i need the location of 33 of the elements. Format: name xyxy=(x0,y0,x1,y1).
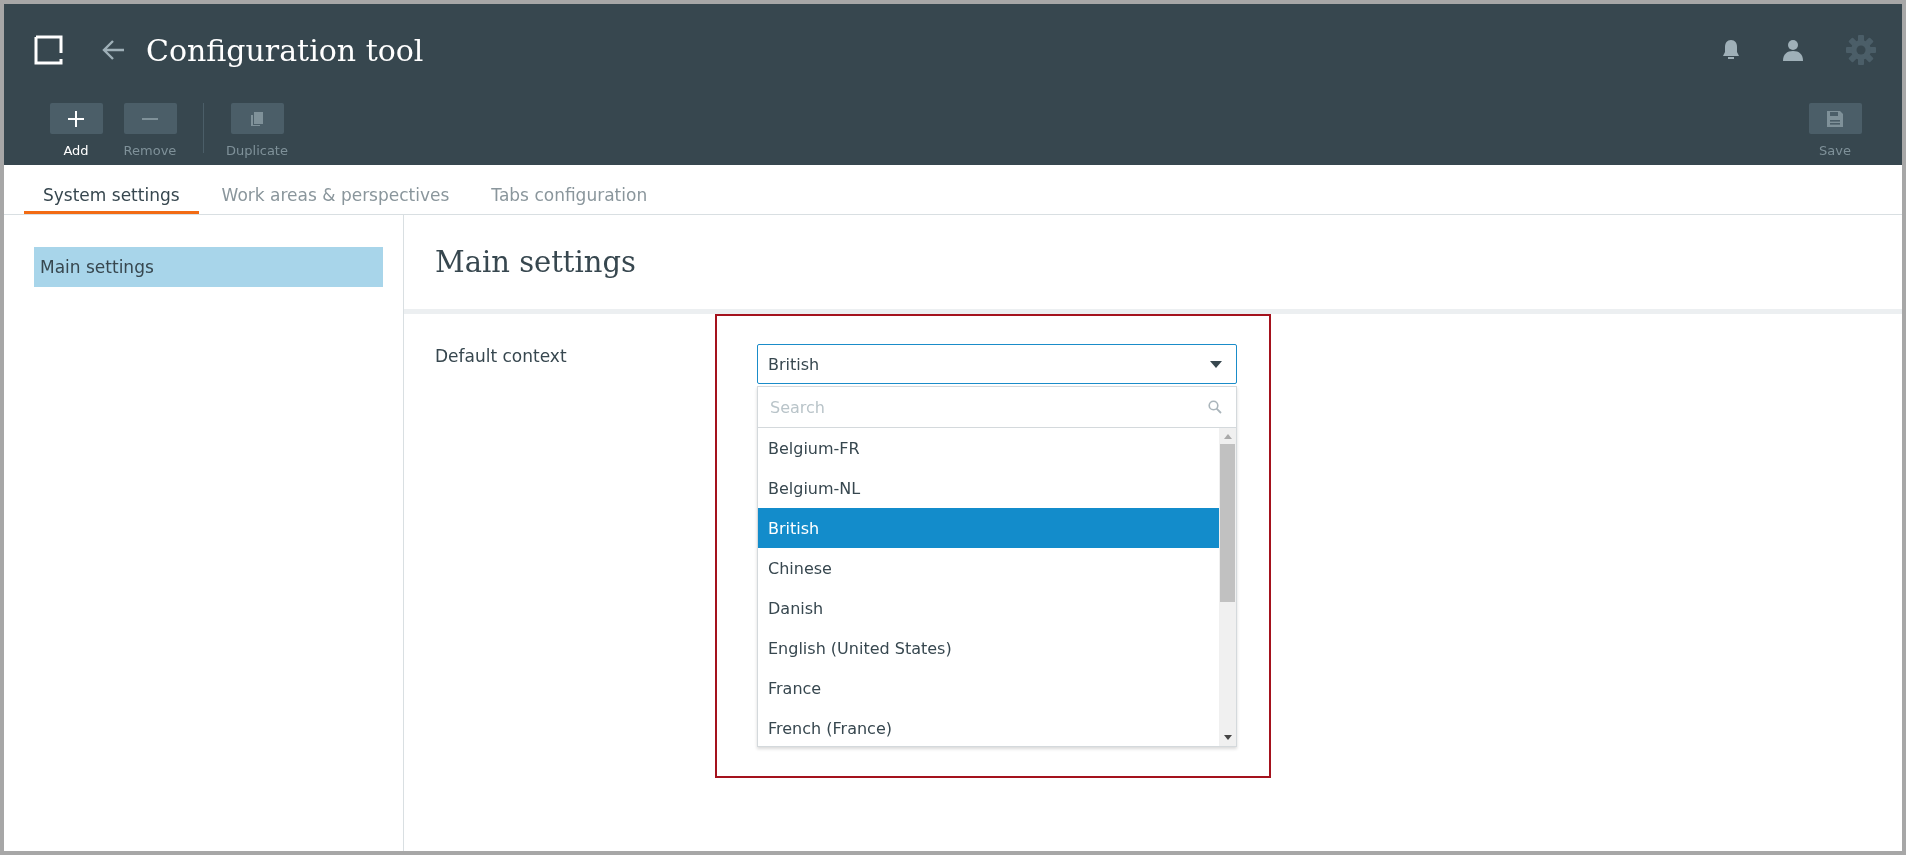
toolbar-label: Duplicate xyxy=(226,143,288,158)
toolbar-label: Add xyxy=(63,143,89,158)
scroll-down-arrow-icon[interactable] xyxy=(1223,735,1232,740)
scrollbar[interactable] xyxy=(1219,428,1236,746)
dropdown-option[interactable]: French (France) xyxy=(758,708,1219,748)
caret-icon xyxy=(1210,360,1222,368)
notification-bell-icon[interactable] xyxy=(1722,39,1740,61)
user-icon[interactable] xyxy=(1782,39,1804,61)
dropdown-option[interactable]: France xyxy=(758,668,1219,708)
add-button[interactable] xyxy=(49,103,103,134)
context-dropdown[interactable]: British xyxy=(757,344,1237,384)
scroll-up-arrow-icon[interactable] xyxy=(1223,434,1232,439)
dropdown-value: British xyxy=(768,354,820,374)
dropdown-option[interactable]: Danish xyxy=(758,588,1219,628)
dropdown-option[interactable]: Belgium-FR xyxy=(758,428,1219,468)
minus-icon xyxy=(142,117,158,120)
dropdown-option[interactable]: English (United States) xyxy=(758,628,1219,668)
dropdown-option[interactable]: Belgium-NL xyxy=(758,468,1219,508)
tab[interactable]: System settings xyxy=(24,165,199,214)
toolbar-label: Save xyxy=(1819,143,1851,158)
field-label: Default context xyxy=(435,345,568,368)
back-arrow-icon[interactable] xyxy=(102,39,126,61)
logo-icon xyxy=(34,35,64,65)
search-icon xyxy=(1208,400,1222,414)
toolbar-label: Remove xyxy=(123,143,177,158)
dropdown-option[interactable]: Chinese xyxy=(758,548,1219,588)
dropdown-option[interactable]: British xyxy=(758,508,1219,548)
settings-gear-icon[interactable] xyxy=(1846,35,1876,65)
plus-icon xyxy=(67,109,85,128)
window-title: Configuration tool xyxy=(146,32,424,68)
sidebar-item[interactable]: Main settings xyxy=(34,247,383,287)
section-heading: Main settings xyxy=(435,245,636,279)
copy-icon xyxy=(250,110,264,127)
